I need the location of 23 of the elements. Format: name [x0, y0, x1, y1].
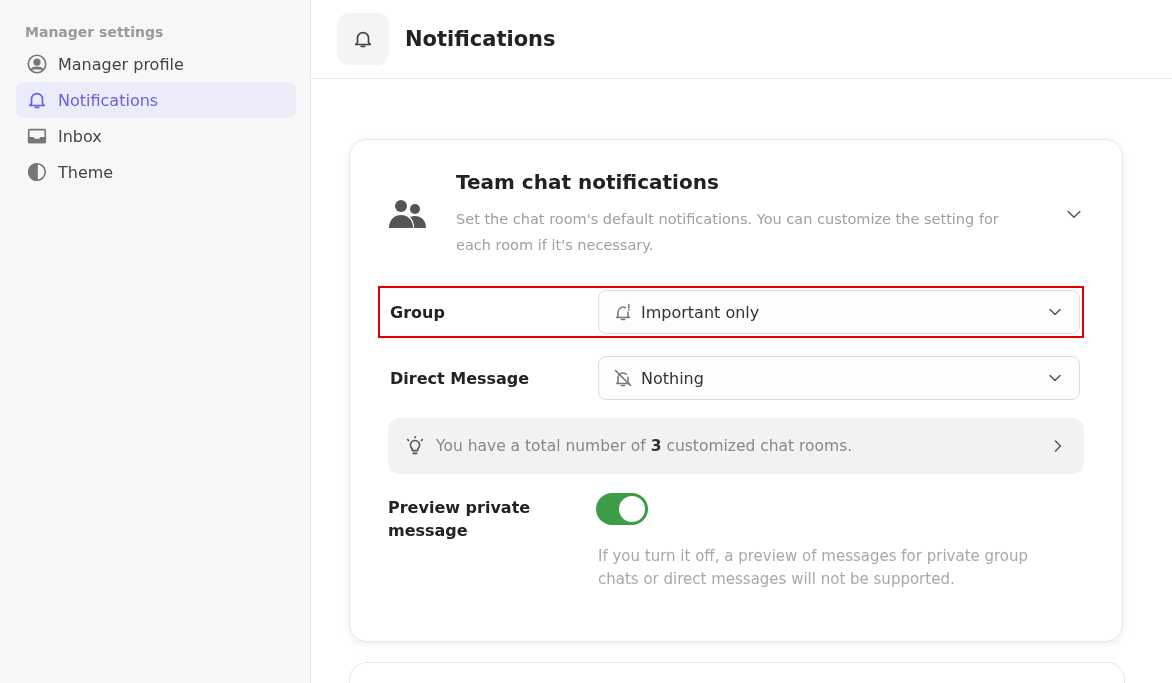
- card-description: Set the chat room's default notifications. You can customize the setting for each room if it's necessary.: [456, 210, 1000, 255]
- theme-icon: [26, 161, 48, 183]
- dropdown[interactable]: Important only: [598, 290, 1080, 334]
- sidebar-item[interactable]: Theme: [16, 154, 296, 190]
- sidebar-heading: Manager settings: [24, 24, 165, 40]
- bell-alert-icon: [613, 302, 633, 322]
- field-label: Direct Message: [390, 368, 531, 388]
- info-text: You have a total number of 3 customized chat rooms.: [436, 437, 854, 455]
- page-title: Notifications: [405, 27, 556, 51]
- sidebar-item[interactable]: Inbox: [16, 118, 296, 154]
- lightbulb-icon: [404, 435, 426, 457]
- toggle-hint: If you turn it off, a preview of messages for private group chats or direct messages will not be supported.: [598, 546, 1030, 590]
- sidebar-item[interactable]: Notifications: [16, 82, 296, 118]
- profile-icon: [26, 53, 48, 75]
- toggle-label: Preview private message: [388, 497, 532, 542]
- dropdown[interactable]: Nothing: [598, 356, 1080, 400]
- card-title: Team chat notifications: [456, 170, 720, 194]
- info-banner[interactable]: You have a total number of 3 customized chat rooms.: [388, 418, 1084, 474]
- toggle-switch[interactable]: [596, 493, 648, 525]
- bell-off-icon: [613, 368, 633, 388]
- field-label: Group: [390, 302, 446, 322]
- sidebar-item[interactable]: Manager profile: [16, 46, 296, 82]
- people-icon: [388, 198, 428, 230]
